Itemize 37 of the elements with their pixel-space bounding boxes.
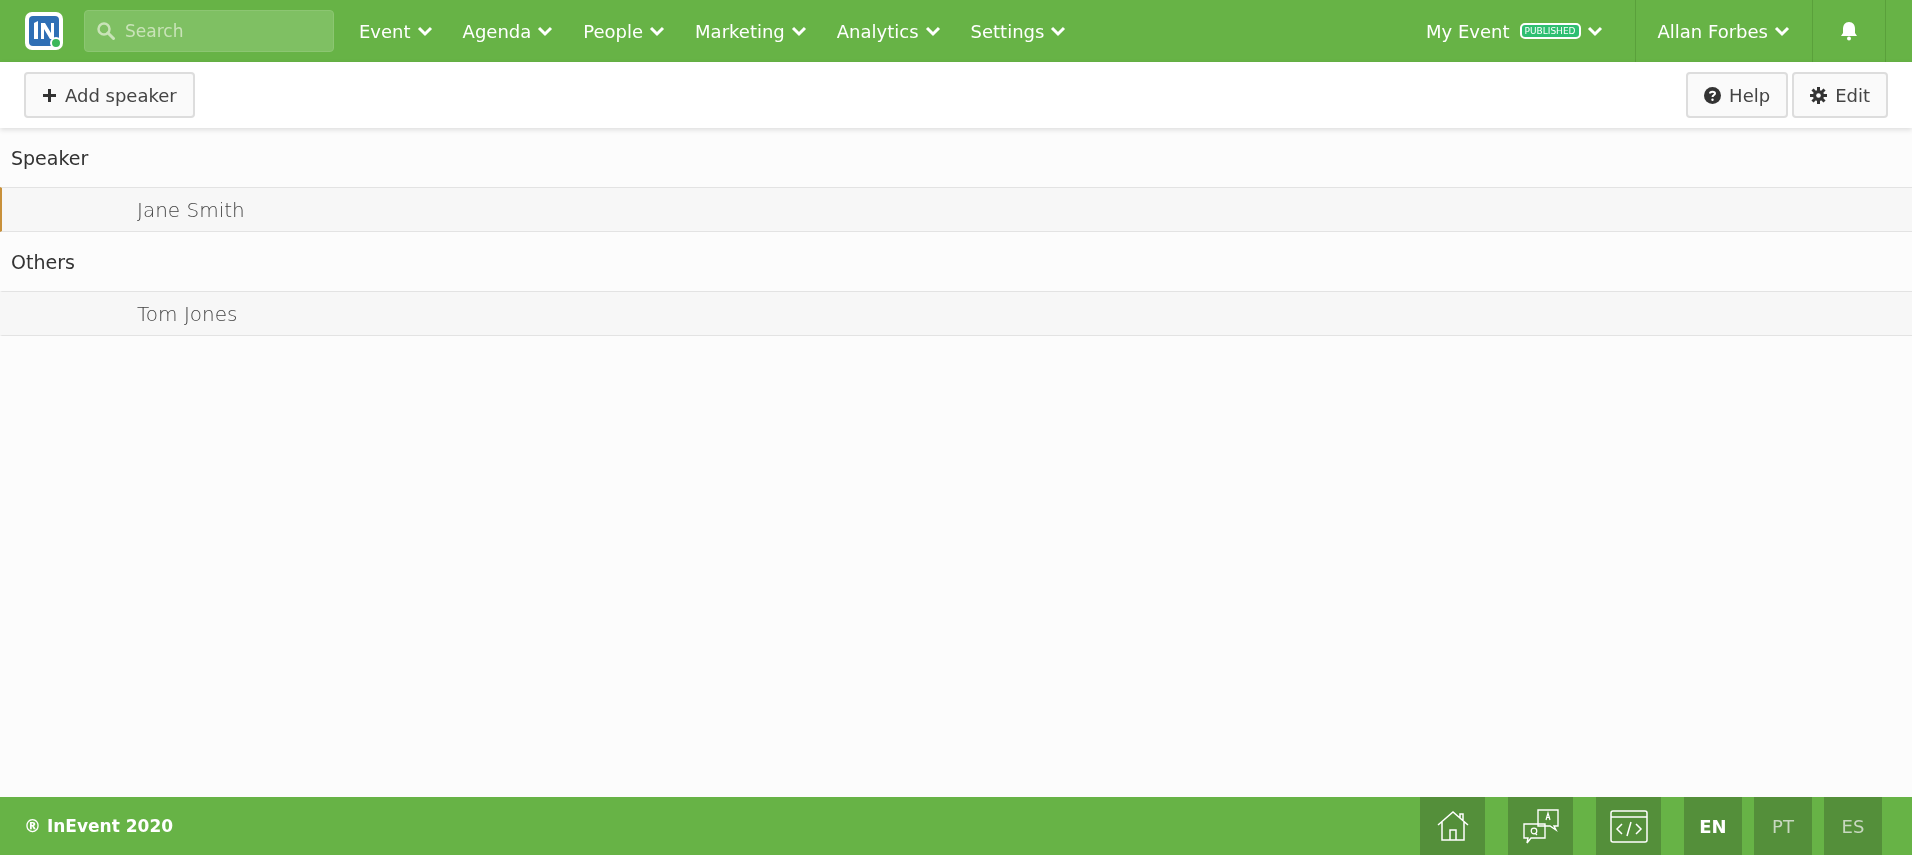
help-button[interactable]: Help (1686, 72, 1789, 118)
code-window-icon[interactable] (1596, 797, 1661, 855)
copyright-text: ® InEvent 2020 (24, 816, 174, 836)
nav-menu-item[interactable]: Settings (970, 20, 1067, 42)
search-icon (97, 22, 115, 40)
chevron-down-icon (1050, 25, 1067, 37)
event-menu[interactable]: My Event PUBLISHED (1426, 20, 1635, 42)
help-icon (1704, 86, 1722, 104)
chevron-down-icon (649, 25, 666, 37)
question-answer-icon[interactable] (1508, 797, 1573, 855)
status-badge: PUBLISHED (1519, 23, 1581, 39)
language-option[interactable]: EN (1684, 797, 1742, 855)
add-speaker-button[interactable]: Add speaker (24, 72, 195, 118)
search-field[interactable]: Search (84, 10, 334, 52)
speaker-row[interactable]: Jane Smith (0, 187, 1912, 232)
notification-bell-icon[interactable] (1840, 21, 1858, 41)
plus-icon (42, 87, 57, 103)
nav-menu-item[interactable]: People (583, 20, 666, 42)
chevron-down-icon (416, 25, 433, 37)
chevron-down-icon (790, 25, 807, 37)
speaker-row[interactable]: Tom Jones (0, 291, 1912, 336)
nav-menu-item[interactable]: Marketing (695, 20, 807, 42)
group-heading: Others (10, 249, 76, 275)
edit-button[interactable]: Edit (1792, 72, 1888, 118)
nav-menu-item[interactable]: Analytics (836, 20, 941, 42)
language-option[interactable]: PT (1754, 797, 1812, 855)
app-logo-icon[interactable] (24, 11, 64, 51)
nav-menu-item[interactable]: Event (359, 20, 433, 42)
chevron-down-icon (1774, 25, 1790, 37)
nav-menu-item[interactable]: Agenda (462, 20, 554, 42)
group-heading: Speaker (10, 145, 90, 171)
settings-icon (1810, 86, 1828, 104)
chevron-down-icon (924, 25, 941, 37)
language-option[interactable]: ES (1824, 797, 1882, 855)
chevron-down-icon (537, 25, 554, 37)
home-icon[interactable] (1420, 797, 1485, 855)
chevron-down-icon (1586, 25, 1603, 37)
